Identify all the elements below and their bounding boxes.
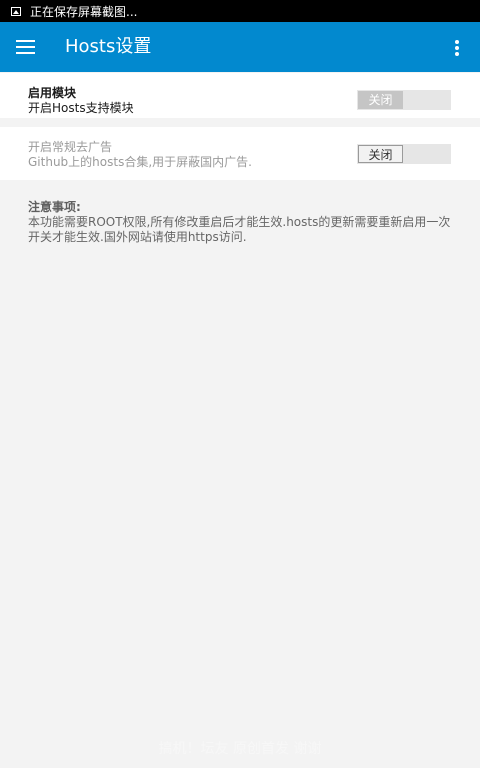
notes-section: 注意事项: 本功能需要ROOT权限,所有修改重启后才能生效.hosts的更新需要… [28,200,458,245]
page-title: Hosts设置 [65,36,152,57]
notes-title: 注意事项: [28,200,81,214]
watermark: 搞机！坛友 原创首发 谢谢 [158,741,322,757]
switch-thumb: 关闭 [358,91,403,109]
more-vert-icon[interactable] [454,40,460,56]
status-notification-text: 正在保存屏幕截图... [30,4,138,19]
status-bar: 正在保存屏幕截图... [0,0,480,22]
setting-summary: Github上的hosts合集,用于屏蔽国内广告. [28,155,252,169]
switch-thumb: 关闭 [358,145,403,163]
app-bar: Hosts设置 [0,22,480,72]
hamburger-menu-icon[interactable] [16,40,35,55]
setting-row-enable-module[interactable]: 启用模块 开启Hosts支持模块 关闭 [0,73,480,118]
setting-row-ad-block[interactable]: 开启常规去广告 Github上的hosts合集,用于屏蔽国内广告. 关闭 [0,127,480,180]
image-icon [11,6,21,16]
ad-block-switch[interactable]: 关闭 [357,144,451,164]
setting-summary: 开启Hosts支持模块 [28,101,134,115]
enable-module-switch[interactable]: 关闭 [357,90,451,110]
setting-title: 启用模块 [28,86,77,100]
notes-body: 本功能需要ROOT权限,所有修改重启后才能生效.hosts的更新需要重新启用一次… [28,215,451,244]
setting-title: 开启常规去广告 [28,140,113,154]
